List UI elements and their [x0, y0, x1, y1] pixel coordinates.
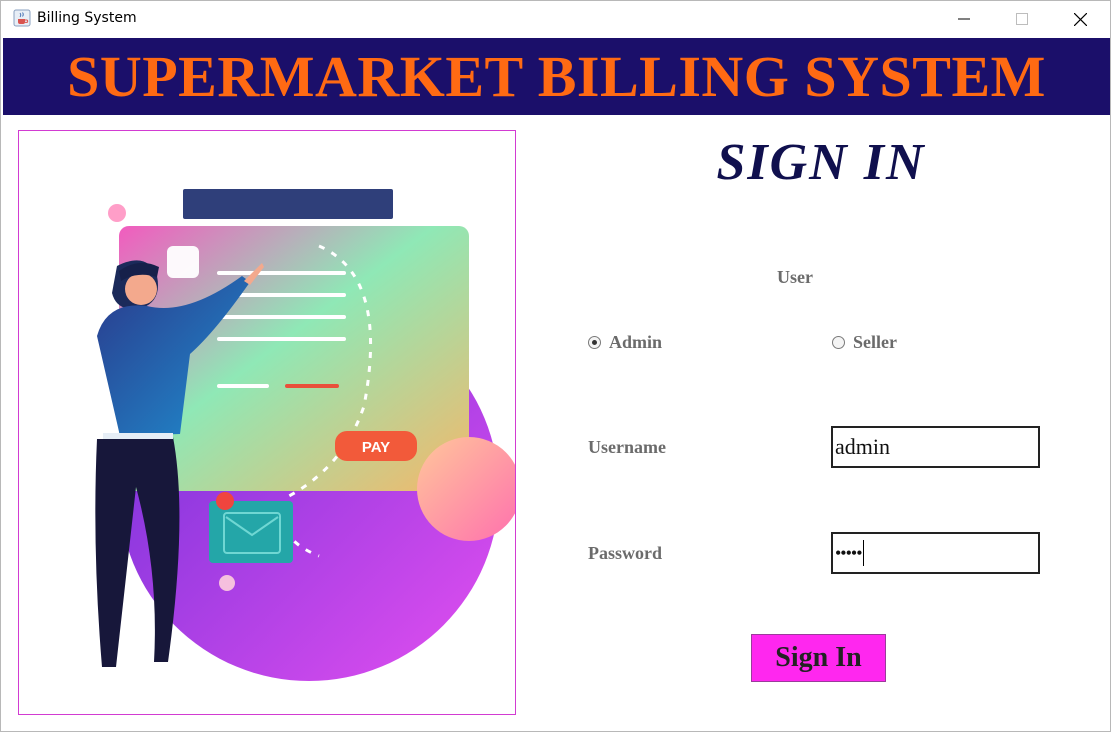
maximize-icon [1016, 13, 1028, 25]
pay-badge: PAY [335, 431, 417, 461]
radio-checked-icon [588, 336, 601, 349]
close-button[interactable] [1051, 1, 1109, 37]
admin-radio-label: Admin [609, 332, 663, 352]
close-icon [1073, 12, 1087, 26]
payment-illustration: PAY [95, 189, 515, 681]
password-label: Password [588, 543, 663, 563]
seller-radio[interactable]: Seller [832, 332, 897, 353]
sign-in-heading: SIGN IN [716, 134, 926, 191]
header-banner: SUPERMARKET BILLING SYSTEM [3, 38, 1110, 115]
seller-radio-label: Seller [853, 332, 897, 352]
password-input[interactable]: ••••• [831, 532, 1040, 574]
username-label: Username [588, 437, 666, 457]
title-bar[interactable]: Billing System [1, 1, 1110, 37]
minimize-button[interactable] [935, 1, 993, 37]
username-value: admin [835, 434, 890, 459]
card-topbar [183, 189, 393, 219]
java-coffee-icon [13, 9, 31, 27]
maximize-button[interactable] [993, 1, 1051, 37]
admin-radio[interactable]: Admin [588, 332, 662, 353]
app-banner-title: SUPERMARKET BILLING SYSTEM [67, 44, 1046, 109]
password-masked-value: ••••• [835, 542, 862, 563]
username-input[interactable]: admin [831, 426, 1040, 468]
payment-illustration-frame: PAY [18, 130, 516, 715]
app-window: Billing System SUPERMARKET BILLING SYSTE… [0, 0, 1111, 732]
user-role-label: User [777, 267, 813, 287]
radio-unchecked-icon [832, 336, 845, 349]
minimize-icon [958, 18, 970, 20]
envelope-icon [209, 501, 293, 563]
sign-in-button[interactable]: Sign In [751, 634, 886, 682]
window-title: Billing System [37, 10, 137, 26]
pay-label: PAY [362, 439, 390, 456]
text-caret [862, 540, 864, 566]
